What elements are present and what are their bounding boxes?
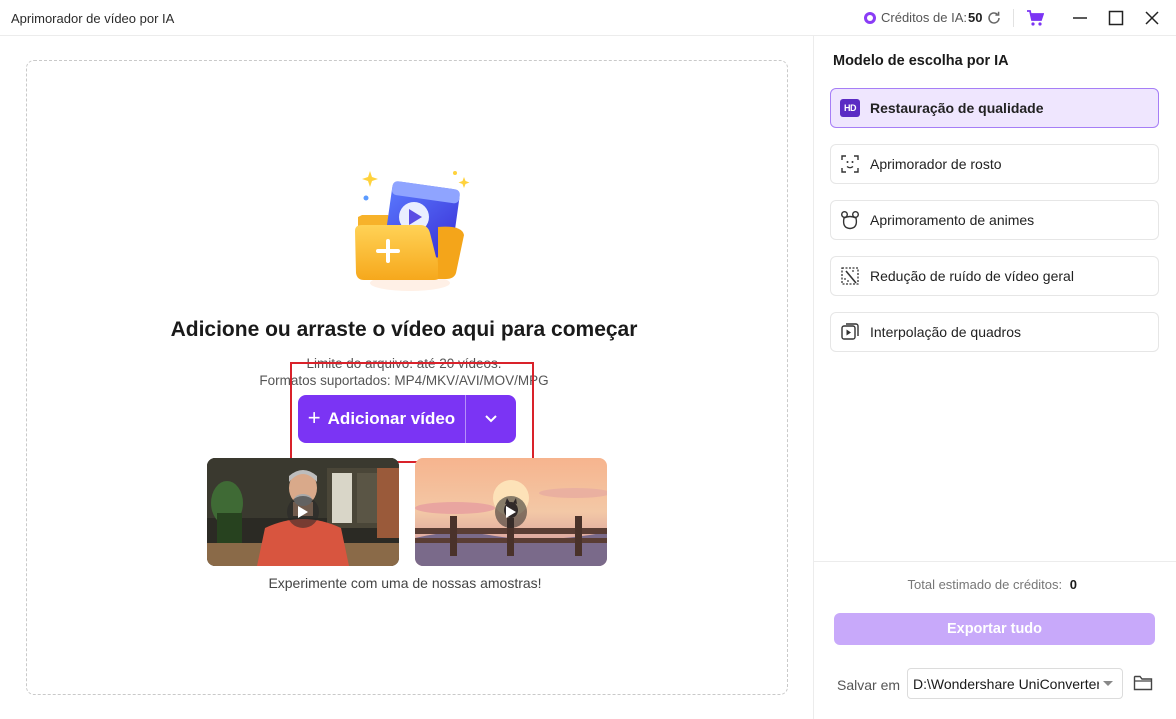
close-icon[interactable] [1142,8,1162,28]
credits-value: 50 [968,10,983,25]
maximize-icon[interactable] [1106,8,1126,28]
sample-video-presenter[interactable] [207,458,399,566]
model-label: Aprimorador de rosto [870,156,1002,172]
play-icon [495,496,527,528]
play-icon [287,496,319,528]
export-all-button[interactable]: Exportar tudo [834,613,1155,645]
estimated-credits-value: 0 [1069,577,1077,592]
highlight-box [290,362,534,463]
refresh-icon[interactable] [986,10,1002,26]
add-video-folder-illustration [355,171,470,291]
panel-divider [813,36,814,719]
ai-credits: Créditos de IA: 50 [864,10,982,25]
title-bar: Aprimorador de vídeo por IA Créditos de … [0,0,1176,36]
credits-label: Créditos de IA: [881,10,967,25]
drop-zone-headline: Adicione ou arraste o vídeo aqui para co… [170,318,638,341]
save-path-value: D:\Wondershare UniConverter [913,675,1099,692]
samples-caption: Experimente com uma de nossas amostras! [268,575,542,591]
model-option-noise-reduction[interactable]: Redução de ruído de vídeo geral [830,256,1159,296]
dropdown-caret-icon [1103,681,1113,686]
model-option-face-enhancer[interactable]: Aprimorador de rosto [830,144,1159,184]
model-option-quality-restoration[interactable]: HD Restauração de qualidade [830,88,1159,128]
panel-footer-divider [814,561,1176,562]
app-title: Aprimorador de vídeo por IA [11,11,175,26]
anime-bear-icon [841,211,859,230]
cart-icon[interactable] [1026,9,1044,27]
model-panel-title: Modelo de escolha por IA [833,53,1009,69]
folder-icon[interactable] [1133,674,1153,692]
denoise-icon [841,267,859,285]
titlebar-divider [1013,9,1014,27]
save-location-label: Salvar em [837,677,901,693]
model-label: Redução de ruído de vídeo geral [870,268,1074,284]
model-option-anime-enhancement[interactable]: Aprimoramento de animes [830,200,1159,240]
minimize-icon[interactable] [1070,8,1090,28]
model-label: Aprimoramento de animes [870,212,1035,228]
model-label: Restauração de qualidade [870,100,1044,116]
save-path-select[interactable]: D:\Wondershare UniConverter [907,668,1123,699]
estimated-credits: Total estimado de créditos: 0 [815,577,1078,592]
estimated-credits-label: Total estimado de créditos: [907,577,1063,592]
model-option-frame-interpolation[interactable]: Interpolação de quadros [830,312,1159,352]
sample-video-sunset[interactable] [415,458,607,566]
face-scan-icon [841,155,859,173]
frame-interpolation-icon [841,323,859,340]
model-label: Interpolação de quadros [870,324,1021,340]
hd-icon: HD [840,99,860,117]
coin-icon [864,11,876,24]
